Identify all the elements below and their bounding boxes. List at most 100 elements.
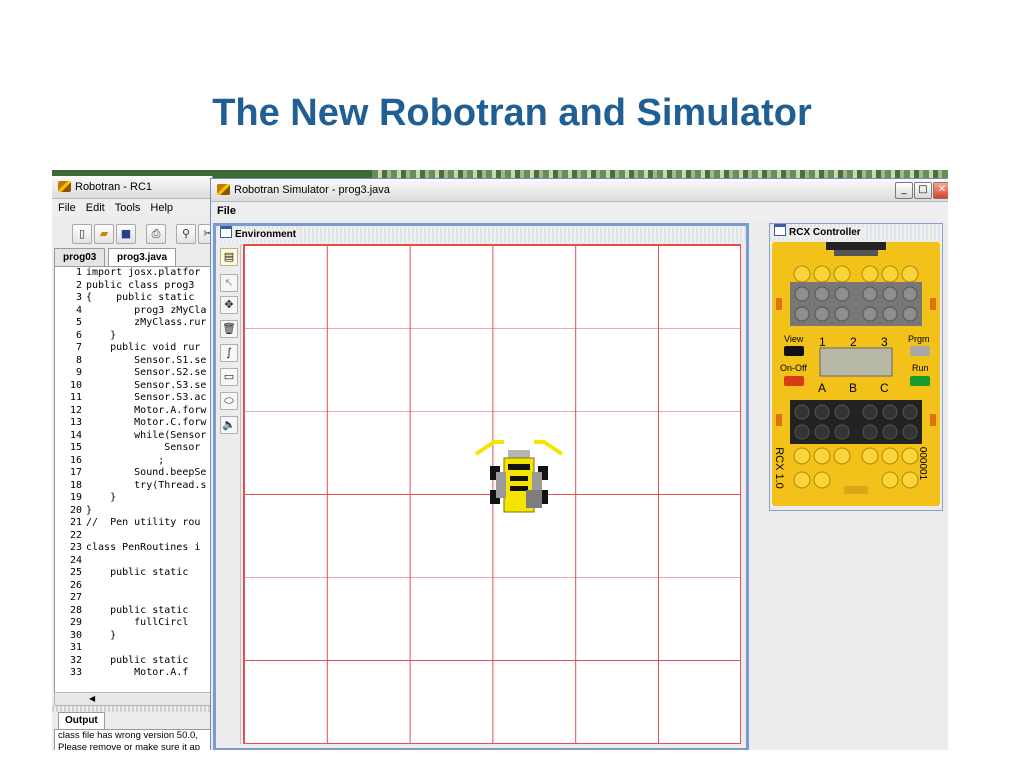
line-number: 13 bbox=[69, 417, 82, 428]
desktop-screenshot: Robotran - RC1 File Edit Tools Help ▯ ▰ ■ ⎙… bbox=[52, 170, 948, 750]
open-folder-button[interactable]: ▰ bbox=[94, 224, 114, 244]
trash-icon[interactable]: 🗑 bbox=[220, 320, 238, 338]
line-number: 14 bbox=[69, 429, 82, 441]
menu-edit[interactable]: Edit bbox=[86, 202, 105, 214]
robot-icon[interactable] bbox=[472, 438, 566, 520]
environment-grid[interactable] bbox=[243, 244, 741, 744]
code-text: Sensor.S2.se bbox=[86, 367, 207, 378]
code-line: 1 import josx.platfor bbox=[55, 267, 212, 280]
simulator-title: Robotran Simulator - prog3.java bbox=[234, 184, 390, 196]
code-line: 19 } bbox=[55, 492, 212, 505]
code-line: 18 try(Thread.s bbox=[55, 479, 212, 493]
output-line: class file has wrong version 50.0, bbox=[58, 730, 198, 741]
code-line: 14 while(Sensor bbox=[55, 429, 212, 443]
code-text: ; bbox=[86, 454, 165, 466]
line-number: 27 bbox=[69, 592, 82, 603]
run-label[interactable]: Run bbox=[912, 363, 929, 373]
line-number: 31 bbox=[69, 642, 82, 653]
code-line: 27 bbox=[55, 592, 212, 605]
code-line: 9 Sensor.S2.se bbox=[55, 367, 212, 380]
code-text: public static bbox=[86, 567, 195, 578]
line-number: 19 bbox=[69, 492, 82, 503]
simulator-title-bar[interactable]: Robotran Simulator - prog3.java bbox=[211, 179, 948, 202]
line-number: 6 bbox=[75, 329, 82, 341]
code-editor[interactable]: 1 import josx.platfor 2 public class prog3 … bbox=[54, 266, 212, 694]
robotran-editor-window: Robotran - RC1 File Edit Tools Help ▯ ▰ ■ ⎙… bbox=[52, 176, 213, 750]
view-label[interactable]: View bbox=[784, 334, 803, 344]
horizontal-scrollbar[interactable]: ◀ bbox=[54, 692, 212, 706]
line-number: 23 bbox=[69, 542, 82, 553]
line-number: 24 bbox=[69, 554, 82, 566]
view-button bbox=[784, 346, 804, 356]
sound-icon[interactable]: 🔈 bbox=[220, 416, 238, 434]
motor-port-a: A bbox=[818, 381, 827, 395]
line-number: 28 bbox=[69, 604, 82, 616]
code-line: 10 Sensor.S3.se bbox=[55, 379, 212, 393]
code-line: 32 public static bbox=[55, 654, 212, 668]
tab-prog3-java[interactable]: prog3.java bbox=[108, 248, 177, 266]
save-button[interactable]: ■ bbox=[116, 224, 136, 244]
maximize-button[interactable]: □ bbox=[914, 182, 932, 199]
output-console: class file has wrong version 50.0, Pleas… bbox=[54, 729, 212, 750]
menu-file[interactable]: File bbox=[58, 202, 76, 214]
code-line: 17 Sound.beepSe bbox=[55, 467, 212, 480]
menu-file[interactable]: File bbox=[217, 205, 236, 217]
code-text: // Pen utility rou bbox=[86, 517, 201, 528]
onoff-label[interactable]: On-Off bbox=[780, 363, 807, 373]
find-button[interactable]: ⚲ bbox=[176, 224, 196, 244]
tab-prog03[interactable]: prog03 bbox=[54, 248, 106, 266]
close-button[interactable]: ✕ bbox=[933, 182, 948, 199]
line-number: 3 bbox=[75, 292, 82, 303]
desktop-background bbox=[372, 170, 948, 178]
scroll-left-icon[interactable]: ◀ bbox=[89, 694, 95, 703]
line-number: 2 bbox=[75, 279, 82, 291]
environment-toolbox: ▤ ↖ ✥ 🗑 ∫ ▭ ⬭ 🔈 bbox=[218, 244, 241, 744]
print-button[interactable]: ⎙ bbox=[146, 224, 166, 244]
editor-title-bar[interactable]: Robotran - RC1 bbox=[52, 176, 212, 199]
ellipse-icon[interactable]: ⬭ bbox=[220, 392, 238, 410]
line-number: 22 bbox=[69, 529, 82, 541]
code-line: 21 // Pen utility rou bbox=[55, 517, 212, 530]
code-line: 16 ; bbox=[55, 454, 212, 468]
code-line: 25 public static bbox=[55, 567, 212, 580]
prgm-label[interactable]: Prgm bbox=[908, 334, 930, 344]
line-number: 12 bbox=[69, 404, 82, 416]
new-environment-icon[interactable]: ▤ bbox=[220, 248, 238, 266]
draw-line-icon[interactable]: ∫ bbox=[220, 344, 238, 362]
rcx-header: RCX Controller bbox=[770, 224, 942, 240]
menu-tools[interactable]: Tools bbox=[115, 202, 141, 214]
code-text: } bbox=[86, 329, 117, 341]
rcx-brick bbox=[772, 242, 940, 506]
menu-help[interactable]: Help bbox=[150, 202, 173, 214]
code-text: Motor.C.forw bbox=[86, 417, 207, 428]
motor-port-b: B bbox=[849, 381, 858, 395]
minimize-button[interactable]: _ bbox=[895, 182, 913, 199]
java-cup-icon bbox=[217, 184, 230, 195]
code-text: public void rur bbox=[86, 342, 201, 353]
line-number: 16 bbox=[69, 454, 82, 466]
rcx-serial-label: 000001 bbox=[917, 446, 929, 481]
rectangle-icon[interactable]: ▭ bbox=[220, 368, 238, 386]
slide-title: The New Robotran and Simulator bbox=[212, 92, 812, 134]
rcx-title: RCX Controller bbox=[789, 227, 861, 238]
line-number: 30 bbox=[69, 629, 82, 641]
tab-output[interactable]: Output bbox=[58, 712, 105, 729]
code-text: Sensor.S3.se bbox=[86, 379, 207, 391]
move-icon[interactable]: ✥ bbox=[220, 296, 238, 314]
code-line: 2 public class prog3 bbox=[55, 279, 212, 293]
code-text: Motor.A.f bbox=[86, 667, 189, 678]
code-text: Sound.beepSe bbox=[86, 467, 207, 478]
run-button bbox=[910, 376, 930, 386]
code-text: public static bbox=[86, 654, 195, 666]
code-line: 33 Motor.A.f bbox=[55, 667, 212, 680]
select-pointer-icon[interactable]: ↖ bbox=[220, 274, 238, 292]
new-file-button[interactable]: ▯ bbox=[72, 224, 92, 244]
line-number: 32 bbox=[69, 654, 82, 666]
line-number: 11 bbox=[69, 392, 82, 403]
code-text: import josx.platfor bbox=[86, 267, 201, 278]
code-line: 30 } bbox=[55, 629, 212, 643]
code-line: 6 } bbox=[55, 329, 212, 343]
line-number: 18 bbox=[69, 479, 82, 491]
line-number: 7 bbox=[75, 342, 82, 353]
sensor-port-2: 2 bbox=[850, 335, 857, 349]
